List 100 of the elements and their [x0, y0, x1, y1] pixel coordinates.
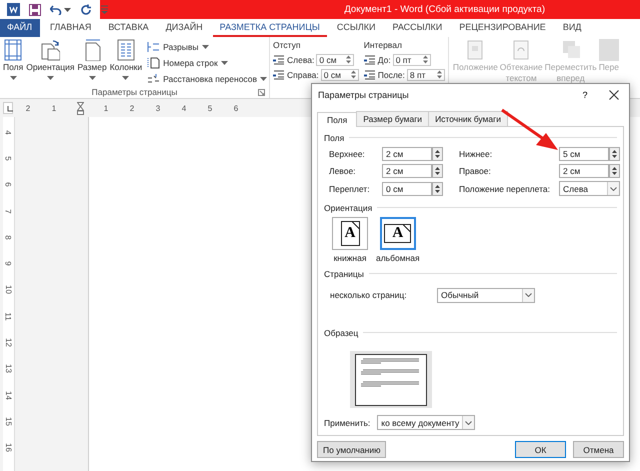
group-title: Интервал — [364, 40, 403, 51]
input-field[interactable]: 2 см — [382, 147, 432, 161]
dialog-button[interactable]: По умолчанию — [317, 441, 386, 458]
page-preview-drawing — [355, 354, 427, 406]
field-label: Левое: — [329, 166, 357, 176]
ruler-number: 12 — [4, 338, 13, 347]
dialog-tab[interactable]: Поля — [317, 112, 358, 127]
ribbon-button[interactable]: Ориентация — [25, 37, 76, 86]
spinner-button[interactable] — [432, 164, 443, 178]
ruler-number: 7 — [4, 208, 13, 214]
window-title: Документ1 - Word (Сбой активации продукта) — [344, 4, 545, 15]
spin-field[interactable]: 0 пт — [392, 54, 431, 66]
dropdown-field[interactable]: ко всему документу — [377, 415, 476, 430]
ribbon-tab[interactable]: ВСТАВКА — [101, 19, 156, 37]
ribbon-command[interactable]: Разрывы — [147, 40, 268, 53]
section-title: Страницы — [324, 268, 364, 278]
caret-icon — [465, 420, 472, 424]
dialog-tab[interactable]: Источник бумаги — [428, 111, 508, 126]
ribbon-tab[interactable]: ССЫЛКИ — [330, 19, 382, 37]
input-field[interactable]: 0 см — [382, 182, 432, 196]
spin-field[interactable]: 0 см — [316, 54, 354, 66]
ruler-number: 11 — [4, 312, 13, 320]
spacing-icon — [364, 54, 376, 64]
dropdown-field[interactable]: Обычный — [437, 288, 535, 302]
input-field[interactable]: 2 см — [559, 164, 609, 178]
ribbon-command[interactable]: Номера строк — [147, 56, 268, 69]
ruler-number: 1 — [50, 104, 58, 112]
redo-icon — [80, 4, 92, 16]
ribbon-command[interactable]: Расстановка переносов — [147, 72, 268, 85]
ruler-number: 3 — [154, 104, 162, 112]
dialog-tab[interactable]: Размер бумаги — [356, 111, 430, 126]
dialog-launcher-icon[interactable] — [258, 88, 266, 96]
indent-icon — [273, 54, 286, 64]
field-label: Переплет: — [329, 184, 371, 194]
ribbon-button[interactable]: Поля — [2, 37, 24, 86]
dialog-button[interactable]: Отмена — [573, 441, 624, 458]
caret-icon — [46, 76, 54, 80]
ruler-number: 4 — [180, 104, 188, 112]
app-icon — [7, 3, 20, 16]
spinner-icon — [436, 70, 442, 79]
section-title: Образец — [324, 328, 358, 338]
field-label: Положение переплета: — [459, 184, 551, 194]
indent-marker-icon[interactable] — [76, 102, 84, 114]
ruler-number: 2 — [24, 104, 32, 112]
spacing-icon — [364, 70, 376, 80]
ribbon-tab[interactable]: ВИД — [556, 19, 588, 37]
ruler-number: 6 — [232, 104, 240, 112]
ribbon-tab[interactable]: ФАЙЛ — [0, 19, 40, 37]
help-button[interactable]: ? — [571, 90, 599, 100]
caret-icon — [64, 8, 71, 12]
tab-stop-icon — [7, 106, 13, 112]
input-field[interactable]: 5 см — [559, 147, 609, 161]
ribbon-tab[interactable]: ГЛАВНАЯ — [43, 19, 98, 37]
spin-field[interactable]: 0 см — [320, 68, 359, 80]
ribbon-button[interactable]: Размер — [76, 37, 108, 86]
field-label: Слева: — [287, 54, 314, 64]
caret-icon — [610, 186, 617, 190]
ruler-number: 9 — [4, 261, 13, 266]
undo-icon — [50, 4, 62, 15]
spinner-icon — [422, 55, 428, 64]
orientation-label[interactable]: альбомная — [376, 253, 420, 263]
group-label: Параметры страницы — [92, 87, 178, 97]
ruler-number: 15 — [4, 416, 13, 426]
orientation-button[interactable]: A — [380, 217, 416, 250]
ruler-number: 2 — [128, 104, 136, 112]
field-label: Применить: — [324, 418, 370, 428]
spinner-button[interactable] — [432, 147, 443, 161]
spinner-icon — [346, 55, 352, 64]
ribbon-tab[interactable]: РАССЫЛКИ — [385, 19, 450, 37]
orientation-button[interactable]: A — [332, 217, 368, 250]
caret-icon — [202, 44, 209, 48]
hyphenation-icon — [147, 72, 160, 84]
ruler-number: 14 — [4, 390, 13, 400]
ruler-number: 10 — [4, 285, 13, 294]
spinner-button[interactable] — [432, 182, 443, 196]
dialog-button[interactable]: ОК — [515, 441, 566, 458]
field-label: После: — [378, 70, 405, 80]
indent-icon — [273, 70, 286, 80]
ribbon-button[interactable]: Колонки — [108, 37, 144, 86]
field-label: До: — [378, 54, 391, 64]
caret-icon — [122, 76, 130, 80]
section-title: Поля — [324, 132, 344, 142]
ruler-number: 13 — [4, 364, 13, 374]
spinner-button[interactable] — [609, 164, 620, 178]
field-label: Правое: — [459, 166, 492, 176]
spinner-button[interactable] — [609, 147, 620, 161]
line-numbers-icon — [147, 56, 160, 68]
customize-icon — [101, 5, 108, 14]
input-field[interactable]: 2 см — [382, 164, 432, 178]
breaks-icon — [147, 40, 160, 52]
group-title: Отступ — [273, 40, 302, 51]
dropdown-field[interactable]: Слева — [559, 181, 620, 196]
ribbon-tab[interactable]: ДИЗАЙН — [158, 19, 210, 37]
field-label: Верхнее: — [329, 149, 366, 159]
ribbon-tab[interactable]: РЕЦЕНЗИРОВАНИЕ — [452, 19, 553, 37]
ruler-number: 6 — [4, 182, 13, 187]
orientation-label[interactable]: книжная — [334, 253, 366, 263]
spinner-icon — [350, 70, 356, 79]
spin-field[interactable]: 8 пт — [406, 68, 445, 80]
ruler-number: 5 — [4, 156, 13, 161]
